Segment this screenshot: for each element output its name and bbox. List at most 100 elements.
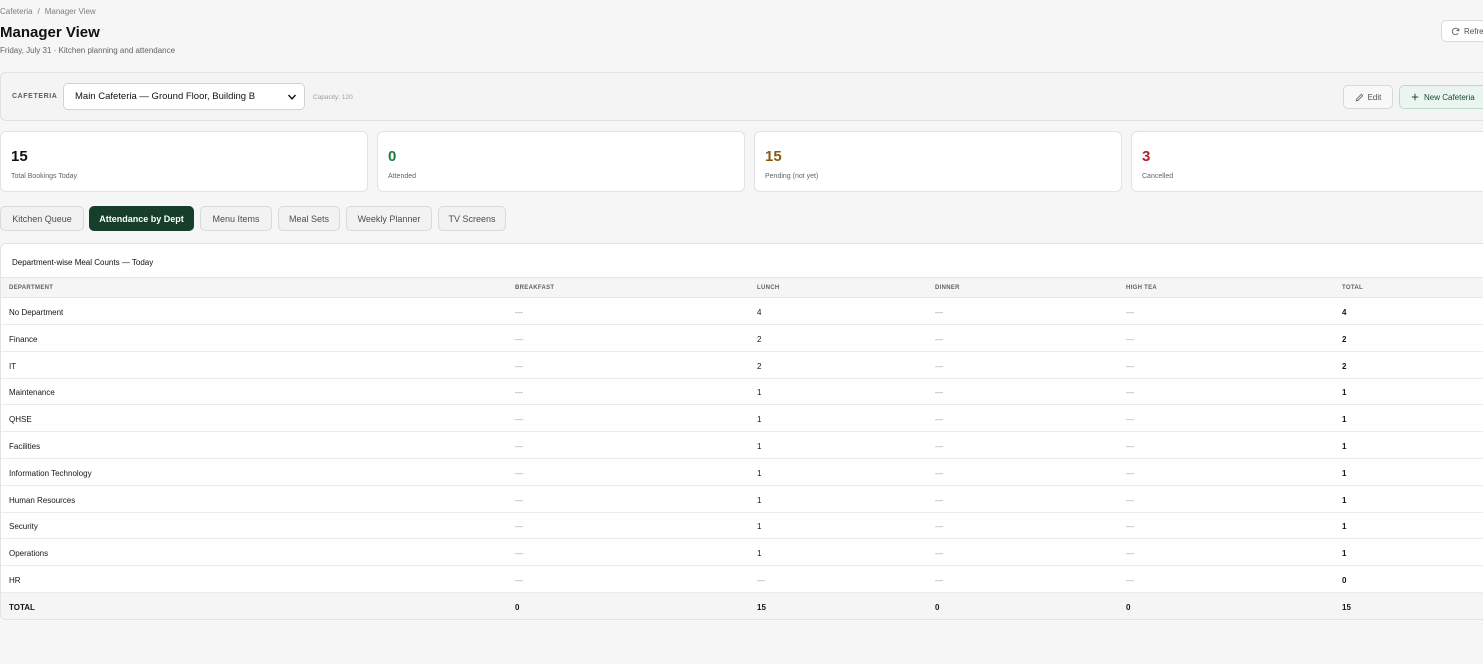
column-header-high-tea: HIGH TEA xyxy=(1126,285,1158,291)
cell-dinner: — xyxy=(935,576,943,585)
cell-total: 1 xyxy=(1342,388,1347,398)
chevron-down-icon xyxy=(287,94,297,100)
cell-dinner: — xyxy=(935,334,943,344)
cell-total: 1 xyxy=(1342,468,1347,478)
stat-label: Attended xyxy=(388,173,417,180)
stat-card-pending: 15 Pending (not yet) xyxy=(754,131,1122,192)
cell-department: TOTAL xyxy=(9,602,35,612)
stat-card-cancelled: 3 Cancelled xyxy=(1131,131,1483,192)
tab-attendance-by-dept[interactable]: Attendance by Dept xyxy=(89,206,194,231)
cell-breakfast: 0 xyxy=(515,602,520,612)
cafeteria-select[interactable]: Main Cafeteria — Ground Floor, Building … xyxy=(63,83,305,110)
cell-total: 1 xyxy=(1342,549,1347,559)
cell-breakfast: — xyxy=(515,388,523,398)
edit-button[interactable]: Edit xyxy=(1343,85,1393,109)
table-row: Human Resources — 1 — — 1 xyxy=(1,486,1483,513)
stat-label: Cancelled xyxy=(1142,173,1174,180)
refresh-button[interactable]: Refresh xyxy=(1441,20,1483,42)
tab-tv-screens[interactable]: TV Screens xyxy=(438,206,506,231)
table-header: DEPARTMENT BREAKFAST LUNCH DINNER HIGH TEA TO… xyxy=(1,277,1483,298)
cell-total: 1 xyxy=(1342,495,1347,505)
cell-high-tea: — xyxy=(1126,442,1134,451)
cell-lunch: 1 xyxy=(757,522,762,532)
cell-lunch: 1 xyxy=(757,442,762,451)
stat-value: 15 xyxy=(11,148,28,165)
cell-breakfast: — xyxy=(515,415,523,425)
cell-dinner: — xyxy=(935,361,943,371)
cafeteria-select-value: Main Cafeteria — Ground Floor, Building … xyxy=(75,91,256,102)
cell-dinner: — xyxy=(935,522,943,532)
cell-department: No Department xyxy=(9,308,64,317)
cell-lunch: 2 xyxy=(757,361,762,371)
cell-dinner: — xyxy=(935,495,943,505)
cell-department: Human Resources xyxy=(9,495,76,505)
stat-value: 3 xyxy=(1142,148,1151,165)
table-row: IT — 2 — — 2 xyxy=(1,352,1483,379)
table-row: Facilities — 1 — — 1 xyxy=(1,432,1483,459)
cell-department: Facilities xyxy=(9,442,41,451)
cell-department: Maintenance xyxy=(9,388,55,398)
tab-menu-items[interactable]: Menu Items xyxy=(200,206,272,231)
cell-dinner: — xyxy=(935,442,943,451)
breadcrumb: Cafeteria / Manager View xyxy=(0,7,96,16)
cell-dinner: — xyxy=(935,549,943,559)
cell-department: Information Technology xyxy=(9,468,92,478)
refresh-icon xyxy=(1451,27,1460,35)
table-row: Security — 1 — — 1 xyxy=(1,512,1483,540)
cell-total: 2 xyxy=(1342,334,1347,344)
cafeteria-capacity: Capacity: 120 xyxy=(313,94,353,101)
cell-high-tea: — xyxy=(1126,495,1134,505)
pencil-icon xyxy=(1355,93,1363,101)
cell-lunch: 1 xyxy=(757,495,762,505)
tab-meal-sets[interactable]: Meal Sets xyxy=(278,206,340,231)
cell-lunch: 15 xyxy=(757,602,766,612)
table-row: Operations — 1 — — 1 xyxy=(1,539,1483,567)
cell-breakfast: — xyxy=(515,308,523,317)
cell-high-tea: — xyxy=(1126,388,1134,398)
cell-lunch: 1 xyxy=(757,468,762,478)
cell-lunch: 1 xyxy=(757,388,762,398)
cell-breakfast: — xyxy=(515,468,523,478)
cell-high-tea: — xyxy=(1126,415,1134,425)
stat-label: Pending (not yet) xyxy=(765,173,819,180)
table-row: Information Technology — 1 — — 1 xyxy=(1,459,1483,486)
cell-department: HR xyxy=(9,576,21,585)
cell-breakfast: — xyxy=(515,549,523,559)
cell-total: 15 xyxy=(1342,602,1351,612)
breadcrumb-parent[interactable]: Cafeteria xyxy=(0,7,32,16)
cell-total: 2 xyxy=(1342,361,1347,371)
cell-total: 4 xyxy=(1342,308,1347,317)
cell-high-tea: — xyxy=(1126,549,1134,559)
stat-value: 0 xyxy=(388,148,397,165)
table-row: No Department — 4 — — 4 xyxy=(1,298,1483,325)
cell-department: Security xyxy=(9,522,38,532)
department-meal-table: Department-wise Meal Counts — Today DEPA… xyxy=(0,243,1483,620)
cell-lunch: — xyxy=(757,576,765,585)
cell-breakfast: — xyxy=(515,576,523,585)
stat-value: 15 xyxy=(765,148,782,165)
cell-department: QHSE xyxy=(9,415,32,425)
cell-total: 1 xyxy=(1342,415,1347,425)
cell-dinner: 0 xyxy=(935,602,940,612)
table-title: Department-wise Meal Counts — Today xyxy=(12,258,154,267)
cell-department: Finance xyxy=(9,334,38,344)
table-row: Finance — 2 — — 2 xyxy=(1,325,1483,352)
cell-total: 1 xyxy=(1342,522,1347,532)
table-row: HR — — — — 0 xyxy=(1,566,1483,593)
cafeteria-label: CAFETERIA xyxy=(12,93,58,100)
refresh-label: Refresh xyxy=(1464,26,1483,36)
tab-kitchen-queue[interactable]: Kitchen Queue xyxy=(0,206,84,231)
cell-lunch: 2 xyxy=(757,334,762,344)
cell-department: IT xyxy=(9,361,17,371)
cell-breakfast: — xyxy=(515,495,523,505)
breadcrumb-current: Manager View xyxy=(44,7,96,16)
table-total-row: TOTAL 0 15 0 0 15 xyxy=(1,592,1483,619)
stat-card-total-bookings: 15 Total Bookings Today xyxy=(0,131,368,192)
tab-weekly-planner[interactable]: Weekly Planner xyxy=(346,206,432,231)
cell-dinner: — xyxy=(935,388,943,398)
cell-breakfast: — xyxy=(515,442,523,451)
table-row: Maintenance — 1 — — 1 xyxy=(1,378,1483,406)
new-cafeteria-button[interactable]: New Cafeteria xyxy=(1399,85,1483,109)
cell-high-tea: — xyxy=(1126,361,1134,371)
plus-icon xyxy=(1411,93,1419,101)
